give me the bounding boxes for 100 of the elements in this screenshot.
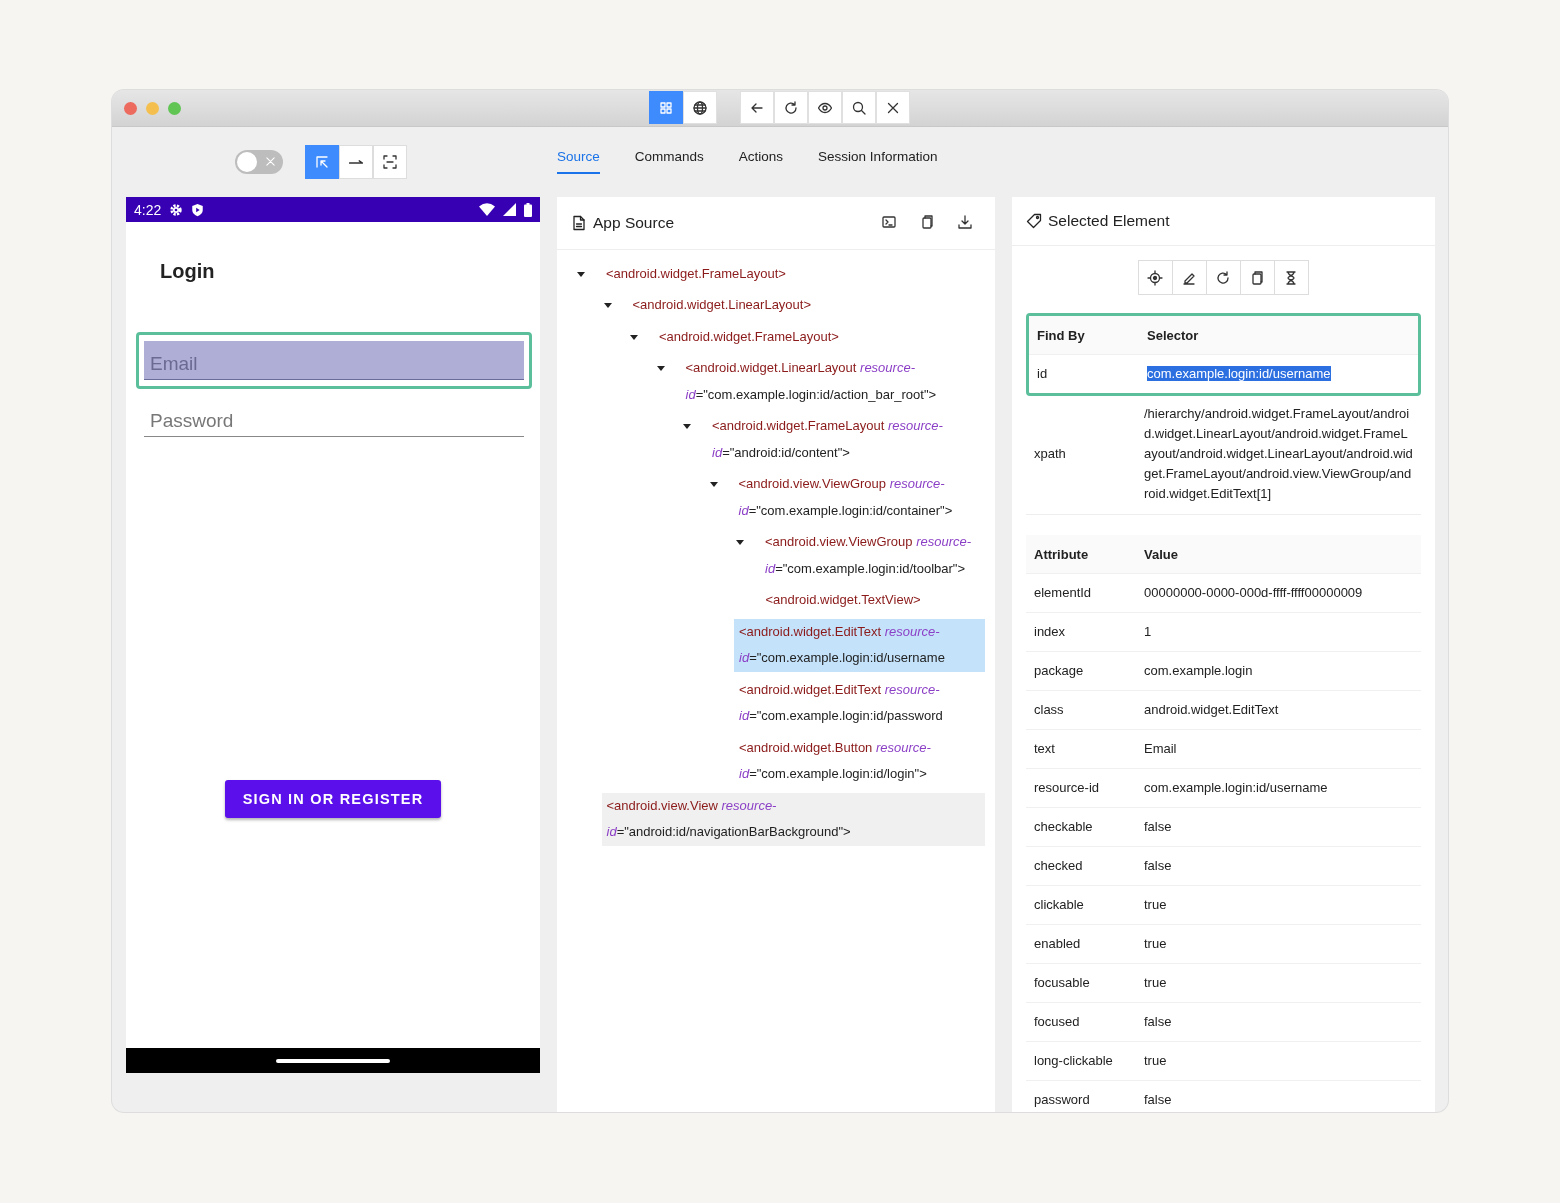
text-field[interactable]: Email xyxy=(144,341,524,380)
tree-node[interactable]: <android.widget.LinearLayout> xyxy=(627,292,985,319)
table-cell: password xyxy=(1026,1080,1136,1112)
wifi-icon xyxy=(479,203,495,216)
tree-node[interactable]: <android.widget.FrameLayout> xyxy=(601,260,985,287)
caret-icon xyxy=(603,303,612,308)
panel-title: Selected Element xyxy=(1048,212,1171,230)
text-field[interactable]: Password xyxy=(144,398,524,437)
table-cell: true xyxy=(1136,963,1421,1003)
table-cell: true xyxy=(1136,1041,1421,1081)
table-cell: false xyxy=(1136,1002,1421,1042)
shield-icon xyxy=(191,202,205,217)
signal-icon xyxy=(503,203,516,216)
column-header: Selector xyxy=(1139,316,1418,355)
table-cell: com.example.login xyxy=(1136,651,1421,691)
window-control-dot[interactable] xyxy=(146,101,159,115)
grid-icon xyxy=(658,99,674,116)
table-cell: Email xyxy=(1136,729,1421,769)
caret-icon xyxy=(656,366,665,371)
table-cell: false xyxy=(1136,1080,1421,1112)
pointer-icon xyxy=(314,154,330,170)
search-icon xyxy=(851,99,867,116)
table-cell: true xyxy=(1136,885,1421,925)
table-cell: index xyxy=(1026,612,1136,652)
tab[interactable]: Source xyxy=(557,149,600,174)
table-cell: 1 xyxy=(1136,612,1421,652)
tap-tool-button[interactable] xyxy=(373,145,407,179)
refresh-button[interactable] xyxy=(774,91,808,124)
globe-icon xyxy=(692,99,708,116)
edit-button[interactable] xyxy=(1171,260,1207,295)
table-cell: checked xyxy=(1026,846,1136,886)
tab[interactable]: Session Information xyxy=(818,149,938,174)
table-cell-text: xpath xyxy=(1033,445,1067,463)
battery-icon xyxy=(524,202,532,217)
column-header: Attribute xyxy=(1026,535,1136,574)
download-icon xyxy=(957,213,973,230)
table-cell: enabled xyxy=(1026,924,1136,964)
table-cell: clickable xyxy=(1026,885,1136,925)
table-cell: false xyxy=(1136,846,1421,886)
copy-button[interactable] xyxy=(1239,260,1275,295)
window-control-dot[interactable] xyxy=(168,101,181,115)
column-header: Find By xyxy=(1029,316,1139,355)
terminal-icon xyxy=(881,213,897,230)
table-cell: 00000000-0000-000d-ffff-ffff00000009 xyxy=(1136,573,1421,613)
search-button[interactable] xyxy=(842,91,876,124)
table-cell: android.widget.EditText xyxy=(1136,690,1421,730)
selector-text[interactable]: /hierarchy/android.widget.FrameLayout/android.widget.LinearLayout/android.widget.FrameLayout/android.widget.LinearLayout/android.widget.FrameLayout/android.view.ViewGroup/android.widget.EditText[1] xyxy=(1144,404,1413,504)
refresh-icon xyxy=(783,99,799,116)
document-icon xyxy=(571,215,587,231)
column-header: Value xyxy=(1136,535,1421,574)
caret-icon xyxy=(630,334,638,340)
table-cell: false xyxy=(1136,807,1421,847)
table-cell: id xyxy=(1029,354,1139,393)
close-icon xyxy=(264,155,277,168)
screen-title: Login xyxy=(159,259,216,284)
refresh-button[interactable] xyxy=(1205,260,1241,295)
tree-node[interactable]: <android.widget.Button resource-id="com.example.login:id/login"> xyxy=(734,734,985,788)
back-button[interactable] xyxy=(740,91,774,124)
table-cell: checkable xyxy=(1026,807,1136,847)
home-handle[interactable] xyxy=(276,1058,390,1063)
table-cell: text xyxy=(1026,729,1136,769)
table-cell: focused xyxy=(1026,1002,1136,1042)
crosshair-icon xyxy=(1147,269,1163,286)
table-cell: long-clickable xyxy=(1026,1041,1136,1081)
table-cell: com.example.login:id/username xyxy=(1136,768,1421,808)
table-cell: focusable xyxy=(1026,963,1136,1003)
table-cell: package xyxy=(1026,651,1136,691)
caret-icon xyxy=(736,540,744,545)
tree-node[interactable]: <android.widget.EditText resource-id="com.example.login:id/username xyxy=(734,618,985,672)
sign-in-button[interactable]: SIGN IN OR REGISTER xyxy=(224,780,442,818)
status-time: 4:22 xyxy=(134,201,162,218)
window-control-dot[interactable] xyxy=(124,101,137,115)
select-tool-button[interactable] xyxy=(305,145,339,179)
tree-node[interactable]: <android.widget.FrameLayout> xyxy=(654,323,985,350)
table-cell: true xyxy=(1136,924,1421,964)
tab[interactable]: Actions xyxy=(738,149,784,174)
tree-node[interactable]: <android.widget.FrameLayout resource-id="android:id/content"> xyxy=(707,413,985,466)
frame-icon xyxy=(382,154,398,170)
tab[interactable]: Commands xyxy=(634,149,704,174)
tree-node[interactable]: <android.widget.LinearLayout resource-id="com.example.login:id/action_bar_root"> xyxy=(680,355,985,408)
tag-icon xyxy=(1026,213,1042,229)
tree-node[interactable]: <android.view.ViewGroup resource-id="com.example.login:id/container"> xyxy=(733,471,985,524)
eye-button[interactable] xyxy=(808,91,842,124)
swipe-tool-button[interactable] xyxy=(339,145,373,179)
tree-node[interactable]: <android.view.View resource-id="android:id/navigationBarBackground"> xyxy=(601,792,985,846)
toggle-switch[interactable] xyxy=(235,150,283,174)
table-cell: resource-id xyxy=(1026,768,1136,808)
timer-button[interactable] xyxy=(1273,260,1309,295)
caret-icon xyxy=(577,271,585,277)
refresh-icon xyxy=(1215,269,1231,286)
tree-node[interactable]: <android.widget.EditText resource-id="com.example.login:id/password xyxy=(734,676,985,730)
copy-icon xyxy=(919,213,935,230)
caret-icon xyxy=(709,482,718,487)
locate-button[interactable] xyxy=(1137,260,1173,295)
tree-node[interactable]: <android.widget.TextView> xyxy=(760,587,985,614)
copy-icon xyxy=(1249,269,1265,286)
tree-node[interactable]: <android.view.ViewGroup resource-id="com.example.login:id/toolbar"> xyxy=(760,529,985,582)
caret-icon xyxy=(683,424,691,429)
table-cell: class xyxy=(1026,690,1136,730)
selector-text[interactable]: com.example.login:id/username xyxy=(1147,366,1331,381)
